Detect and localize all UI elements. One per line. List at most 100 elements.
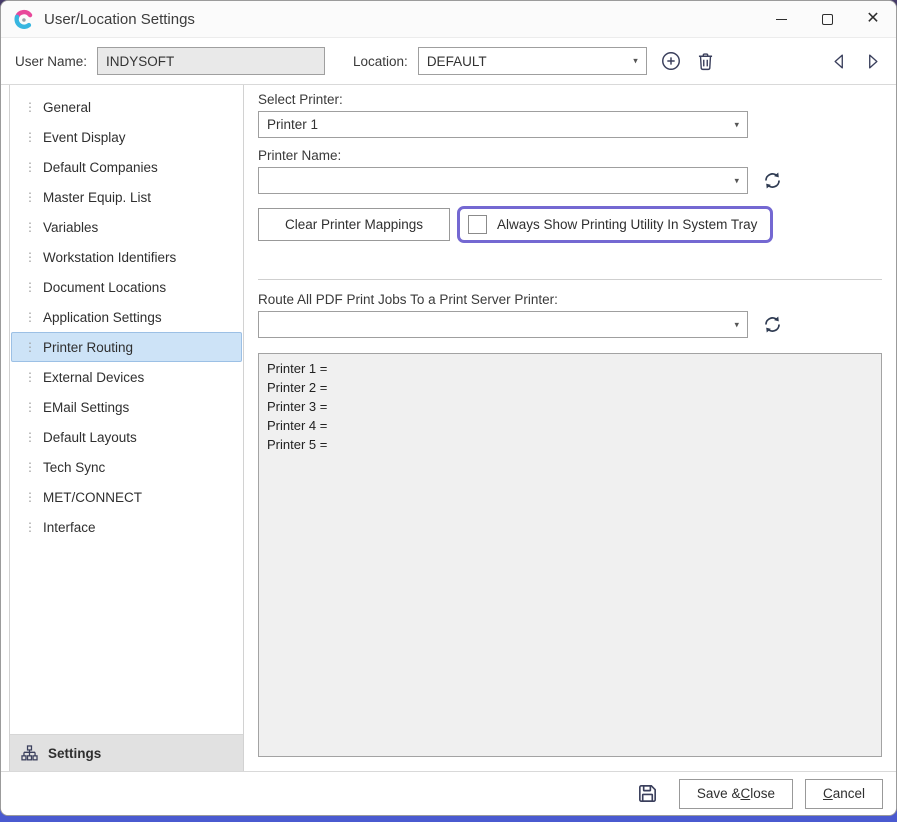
maximize-icon: [822, 14, 833, 25]
desktop-background: User/Location Settings ✕ User Name: INDY…: [0, 0, 897, 822]
plus-circle-icon: [660, 50, 682, 72]
title-bar: User/Location Settings ✕: [1, 1, 896, 38]
sidebar-item-variables[interactable]: ⋮ Variables: [11, 212, 242, 242]
refresh-printer-list-button[interactable]: [762, 170, 783, 191]
sidebar-item-label: Workstation Identifiers: [43, 250, 176, 265]
select-printer-label: Select Printer:: [258, 92, 882, 107]
sidebar-item-workstation-identifiers[interactable]: ⋮ Workstation Identifiers: [11, 242, 242, 272]
sidebar-item-label: Default Companies: [43, 160, 158, 175]
sidebar-item-general[interactable]: ⋮ General: [11, 92, 242, 122]
sidebar-item-tech-sync[interactable]: ⋮ Tech Sync: [11, 452, 242, 482]
sidebar-item-interface[interactable]: ⋮ Interface: [11, 512, 242, 542]
sidebar-item-label: MET/CONNECT: [43, 490, 142, 505]
user-name-label: User Name:: [15, 54, 87, 69]
minimize-button[interactable]: [758, 1, 804, 37]
sidebar-item-label: Printer Routing: [43, 340, 133, 355]
previous-record-button[interactable]: [830, 52, 849, 71]
grip-dots-icon: ⋮: [24, 161, 30, 173]
sidebar-item-master-equip-list[interactable]: ⋮ Master Equip. List: [11, 182, 242, 212]
refresh-icon: [762, 170, 783, 191]
grip-dots-icon: ⋮: [24, 371, 30, 383]
grip-dots-icon: ⋮: [24, 251, 30, 263]
grip-dots-icon: ⋮: [24, 401, 30, 413]
location-label: Location:: [353, 54, 408, 69]
grip-dots-icon: ⋮: [24, 131, 30, 143]
save-button[interactable]: [636, 782, 659, 805]
clear-printer-mappings-button[interactable]: Clear Printer Mappings: [258, 208, 450, 241]
location-select[interactable]: DEFAULT ▾: [418, 47, 647, 75]
content-panel: Select Printer: Printer 1 ▾ Printer Name…: [244, 85, 896, 771]
maximize-button[interactable]: [804, 1, 850, 37]
add-location-button[interactable]: [660, 50, 682, 72]
sidebar-item-label: Default Layouts: [43, 430, 137, 445]
window-controls: ✕: [758, 1, 896, 37]
save-close-text-post: lose: [750, 786, 775, 801]
sidebar-item-label: Application Settings: [43, 310, 162, 325]
refresh-icon: [762, 314, 783, 335]
chevron-down-icon: ▾: [633, 56, 638, 65]
trash-icon: [695, 51, 716, 72]
floppy-disk-icon: [636, 782, 659, 805]
grip-dots-icon: ⋮: [24, 461, 30, 473]
location-value: DEFAULT: [427, 54, 487, 69]
save-and-close-button[interactable]: Save & Close: [679, 779, 793, 809]
sidebar-item-label: Event Display: [43, 130, 126, 145]
cancel-accesskey: C: [823, 786, 833, 801]
sidebar-item-label: Master Equip. List: [43, 190, 151, 205]
save-close-text: Save &: [697, 786, 741, 801]
sidebar-footer-label: Settings: [48, 746, 101, 761]
section-divider: [258, 279, 882, 280]
sidebar-item-label: Variables: [43, 220, 98, 235]
printer-name-label: Printer Name:: [258, 148, 882, 163]
grip-dots-icon: ⋮: [24, 431, 30, 443]
cancel-text-post: ancel: [833, 786, 865, 801]
sidebar-item-met-connect[interactable]: ⋮ MET/CONNECT: [11, 482, 242, 512]
chevron-down-icon: ▾: [734, 120, 739, 129]
sidebar-nav: ⋮ General ⋮ Event Display ⋮ Default Companies…: [10, 85, 243, 734]
toolbar: User Name: INDYSOFT Location: DEFAULT ▾: [1, 38, 896, 85]
printer-name-dropdown[interactable]: ▾: [258, 167, 748, 194]
grip-dots-icon: ⋮: [24, 521, 30, 533]
grip-dots-icon: ⋮: [24, 191, 30, 203]
user-name-input[interactable]: INDYSOFT: [97, 47, 325, 75]
cancel-button[interactable]: Cancel: [805, 779, 883, 809]
sidebar-item-label: General: [43, 100, 91, 115]
grip-dots-icon: ⋮: [24, 101, 30, 113]
sidebar-item-document-locations[interactable]: ⋮Document Locations: [11, 272, 242, 302]
grip-dots-icon: ⋮: [24, 311, 30, 323]
sidebar-footer-settings[interactable]: Settings: [10, 734, 243, 771]
route-pdf-label: Route All PDF Print Jobs To a Print Serv…: [258, 292, 882, 307]
grip-dots-icon: ⋮: [24, 341, 30, 353]
close-button[interactable]: ✕: [850, 1, 896, 37]
main-area: ⋮ General ⋮ Event Display ⋮ Default Companies…: [1, 85, 896, 771]
delete-location-button[interactable]: [695, 51, 716, 72]
tray-checkbox-label: Always Show Printing Utility In System T…: [497, 217, 757, 232]
grip-dots-icon: ⋮: [24, 281, 30, 293]
sidebar-item-event-display[interactable]: ⋮ Event Display: [11, 122, 242, 152]
route-pdf-dropdown[interactable]: ▾: [258, 311, 748, 338]
grip-dots-icon: ⋮: [24, 491, 30, 503]
next-record-button[interactable]: [863, 52, 882, 71]
sidebar-item-default-layouts[interactable]: ⋮ Default Layouts: [11, 422, 242, 452]
arrow-left-icon: [830, 52, 849, 71]
app-logo-icon: [13, 9, 34, 30]
sidebar-item-email-settings[interactable]: ⋮EMail Settings: [11, 392, 242, 422]
grip-dots-icon: ⋮: [24, 221, 30, 233]
sidebar-item-printer-routing[interactable]: ⋮ Printer Routing: [11, 332, 242, 362]
window-title: User/Location Settings: [44, 11, 195, 28]
sidebar-item-default-companies[interactable]: ⋮ Default Companies: [11, 152, 242, 182]
sidebar-item-label: Tech Sync: [43, 460, 105, 475]
chevron-down-icon: ▾: [734, 176, 739, 185]
sidebar-item-label: Interface: [43, 520, 96, 535]
sidebar-item-external-devices[interactable]: ⋮ External Devices: [11, 362, 242, 392]
minimize-icon: [776, 19, 787, 20]
refresh-route-printer-button[interactable]: [762, 314, 783, 335]
close-icon: ✕: [866, 11, 879, 27]
printer-mappings-textarea[interactable]: Printer 1 = Printer 2 = Printer 3 = Prin…: [258, 353, 882, 757]
sidebar-item-application-settings[interactable]: ⋮ Application Settings: [11, 302, 242, 332]
sidebar-item-label: External Devices: [43, 370, 144, 385]
select-printer-dropdown[interactable]: Printer 1 ▾: [258, 111, 748, 138]
arrow-right-icon: [863, 52, 882, 71]
tray-checkbox[interactable]: [468, 215, 487, 234]
footer-bar: Save & Close Cancel: [1, 771, 896, 815]
